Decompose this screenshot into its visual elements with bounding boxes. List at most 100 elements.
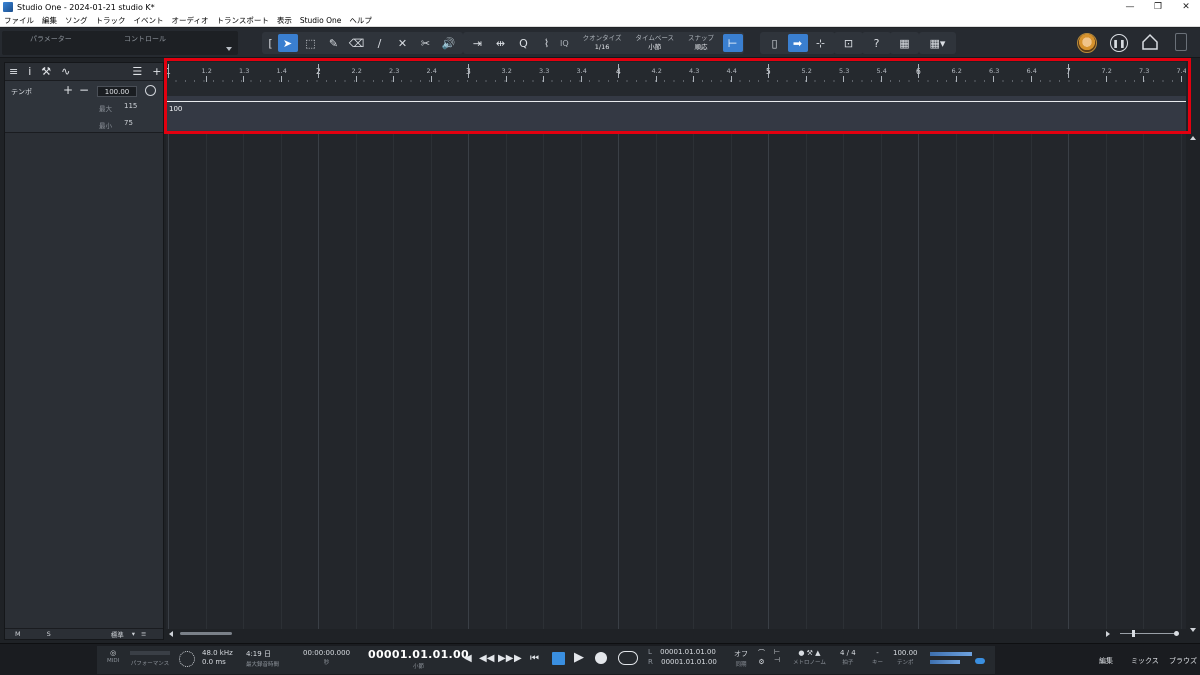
horizontal-scrollbar[interactable] [166,629,1186,639]
chevron-down-icon[interactable]: ▾ [132,630,135,638]
scroll-up-icon[interactable] [1190,136,1196,140]
pencil-tool-button[interactable]: ✎ [324,34,344,52]
close-button[interactable]: ✕ [1172,0,1200,14]
key-display[interactable]: - キー [872,649,883,666]
precount-icon[interactable]: ⌒ ⚙ [758,648,765,666]
add-track-icon[interactable]: + [152,65,161,78]
split-tool-button[interactable]: ✂ [416,34,436,52]
tempo-curve[interactable] [166,101,1186,102]
arrange-view[interactable]: 11.21.31.422.22.32.433.23.33.444.24.34.4… [166,62,1186,632]
menu-file[interactable]: ファイル [0,15,38,26]
wrench-icon[interactable]: ⚒ [41,65,51,78]
control-dropdown[interactable]: コントロール [96,31,238,55]
scroll-thumb[interactable] [180,632,232,635]
follow-icon[interactable]: ➡ [787,34,808,52]
tempo-value-field[interactable]: 100.00 [97,86,137,97]
time-display-seconds[interactable]: 00:00:00.000 秒 [303,649,350,666]
pause-icon[interactable]: ❚❚ [1110,34,1128,52]
snap-toggle-button[interactable]: ⊢ [722,34,743,52]
timebase-selector[interactable]: タイムベース 小節 [628,33,681,53]
menu-audio[interactable]: オーディオ [168,15,213,26]
mix-view-button[interactable]: ミックス [1131,656,1159,666]
track-list-icon[interactable]: ☰ [132,65,142,78]
loop-button[interactable] [618,651,638,665]
timeline-ruler[interactable]: 11.21.31.422.22.32.433.23.33.444.24.34.4… [166,62,1186,96]
avatar[interactable] [1077,33,1097,53]
panel-icon[interactable] [1175,33,1187,51]
zoom-end[interactable] [1174,631,1179,636]
split-at-cursor-icon[interactable]: ⇥ [468,34,488,52]
play-button[interactable]: ▶ [574,650,584,665]
zoom-slider[interactable] [1120,630,1179,637]
loop-range[interactable]: L 00001.01.01.00 R 00001.01.01.00 [648,648,717,666]
maximize-button[interactable]: ❐ [1144,0,1172,14]
menu-transport[interactable]: トランスポート [212,15,272,26]
min-value[interactable]: 75 [124,119,133,127]
scroll-left-icon[interactable] [169,631,173,637]
performance-meter[interactable]: パフォーマンス [130,649,170,667]
clock-icon[interactable] [145,85,156,96]
home-icon[interactable] [1141,33,1159,51]
range-tool-button[interactable]: ⬚ [301,34,321,52]
previous-marker-icon[interactable]: ◀ [464,653,472,664]
edit-view-button[interactable]: 編集 [1099,656,1113,666]
metronome-icon[interactable]: ● ⚒ ▲ [798,649,820,657]
zoom-knob[interactable] [1132,630,1135,637]
auto-scroll-icon[interactable]: ▯ [765,34,785,52]
return-to-zero-icon[interactable]: ⏮ [530,653,539,664]
menu-icon[interactable]: ≡ [141,630,146,638]
mute-tool-button[interactable]: ✕ [393,34,413,52]
scroll-down-icon[interactable] [1190,628,1196,632]
iq-button[interactable]: IQ [553,33,576,53]
next-marker-icon[interactable]: ▶ [514,653,522,664]
record-button[interactable] [595,652,607,664]
video-icon[interactable]: ▦ [895,34,915,52]
time-signature[interactable]: 4 / 4 拍子 [840,649,856,666]
view-mode-selector[interactable]: 標準 [111,629,124,639]
solo-button[interactable]: S [47,630,51,638]
zoom-icon[interactable]: Q [514,34,534,52]
menu-song[interactable]: ソング [61,15,92,26]
menu-track[interactable]: トラック [92,15,130,26]
info-icon[interactable]: i [28,65,31,78]
automation-icon[interactable]: ∿ [61,65,70,78]
position-display[interactable]: 00001.01.01.00 小節 [368,648,469,670]
loop-left-value[interactable]: 00001.01.01.00 [660,648,716,656]
help-button[interactable]: ? [867,34,887,52]
max-value[interactable]: 115 [124,102,137,110]
metronome-controls[interactable]: ● ⚒ ▲ メトロノーム [793,649,826,666]
listen-tool-button[interactable]: 🔊 [439,34,459,52]
sync-selector[interactable]: オフ 同期 [734,649,748,668]
menu-studio-one[interactable]: Studio One [296,16,346,25]
punch-icon[interactable]: ⊢ ⊣ [774,648,780,664]
layout-menu-icon[interactable]: ▦▾ [924,34,952,52]
menu-view[interactable]: 表示 [273,15,296,26]
vertical-scrollbar[interactable] [1188,134,1198,634]
fast-forward-icon[interactable]: ▶▶ [498,653,513,664]
quantize-selector[interactable]: クオンタイズ 1/16 [576,33,629,53]
tempo-minus-button[interactable]: − [79,83,89,97]
cursor-follow-icon[interactable]: ⊹ [811,34,831,52]
rewind-icon[interactable]: ◀◀ [479,653,494,664]
menu-event[interactable]: イベント [130,15,168,26]
focus-icon[interactable]: ⊡ [839,34,859,52]
list-icon[interactable]: ≡ [9,65,18,78]
tempo-track-header[interactable]: テンポ + − 100.00 最大 115 最小 75 [5,81,163,133]
audio-status[interactable]: 48.0 kHz 0.0 ms [202,649,233,666]
tempo-lane[interactable]: 100 [166,96,1186,132]
eraser-tool-button[interactable]: ⌫ [347,34,367,52]
browse-view-button[interactable]: ブラウズ [1169,656,1197,666]
tempo-display[interactable]: 100.00 テンポ [893,649,918,666]
snap-selector[interactable]: スナップ 順応 [681,33,721,53]
stop-button[interactable] [552,652,565,665]
menu-edit[interactable]: 編集 [38,15,61,26]
arrange-grid[interactable] [166,134,1186,632]
loop-right-value[interactable]: 00001.01.01.00 [661,658,717,666]
minimize-button[interactable]: — [1116,0,1144,14]
arrow-tool-button[interactable]: ➤ [277,34,298,52]
midi-indicator[interactable]: ◎ MIDI [107,649,119,664]
menu-help[interactable]: ヘルプ [345,15,376,26]
monitor-toggle[interactable] [975,658,985,664]
scroll-right-icon[interactable] [1106,631,1110,637]
stretch-icon[interactable]: ⇹ [491,34,511,52]
